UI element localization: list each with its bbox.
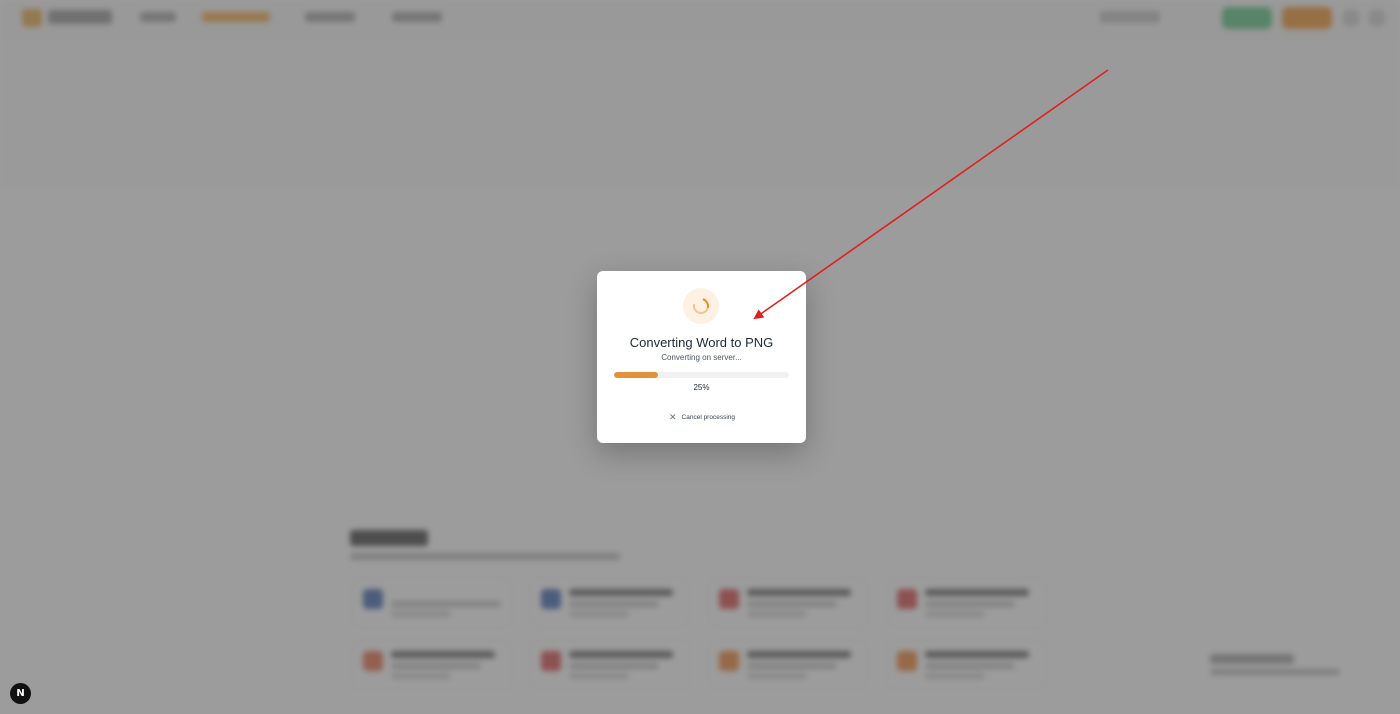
dev-tools-badge[interactable]: N [10, 683, 31, 704]
cancel-processing-label: Cancel processing [681, 413, 736, 421]
progress-percent: 25% [693, 383, 710, 392]
progress-bar [614, 372, 789, 378]
spinner-icon [690, 295, 712, 317]
progress-bar-fill [614, 372, 658, 378]
dialog-title: Converting Word to PNG [629, 335, 774, 350]
status-text: Converting on server... [661, 353, 742, 362]
processing-dialog: Converting Word to PNG Converting on ser… [597, 271, 806, 443]
badge-label: N [16, 688, 25, 699]
close-icon: ✕ [668, 411, 677, 422]
spinner-badge [683, 288, 719, 324]
cancel-processing-button[interactable]: ✕ Cancel processing [663, 410, 741, 424]
